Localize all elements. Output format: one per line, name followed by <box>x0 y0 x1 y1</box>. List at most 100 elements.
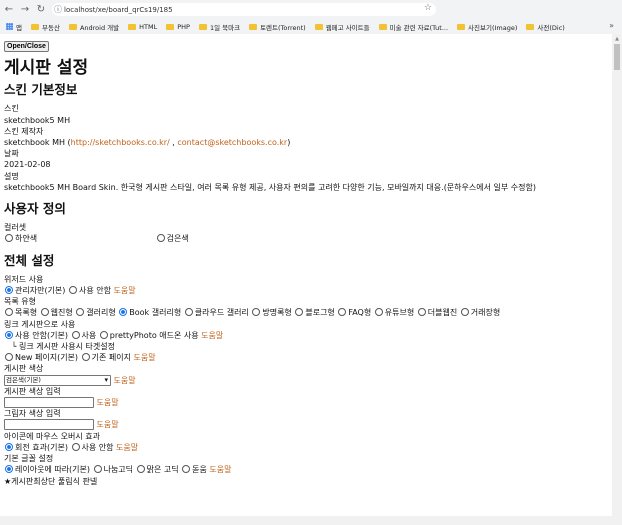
folder-icon <box>68 23 77 30</box>
maker-site-link[interactable]: http://sketchbooks.co.kr/ <box>71 138 170 147</box>
board-color-select[interactable]: 검은색(기본) <box>4 374 111 386</box>
bookmarks-bar: 앱 부동산 Android 개발 HTML PHP 1일 북마크 토렌트(Tor… <box>0 19 622 34</box>
more-bookmarks-icon[interactable]: » <box>609 21 614 30</box>
list-type-radio[interactable] <box>460 308 469 317</box>
bookmark-folder[interactable]: PHP <box>166 23 190 31</box>
reload-icon[interactable]: ↻ <box>34 3 48 17</box>
address-bar[interactable]: ⓘ localhost/xe/board_qrCs19/185 <box>52 3 436 16</box>
list-type-radio[interactable] <box>374 308 383 317</box>
bookmark-folder[interactable]: Android 개발 <box>68 22 119 32</box>
all-settings-heading: 전체 설정 <box>4 252 55 268</box>
maker-value: sketchbook MH (http://sketchbooks.co.kr/… <box>4 138 291 148</box>
list-type-radio[interactable] <box>40 308 49 317</box>
board-color-input-row: 도움말 <box>4 397 612 409</box>
help-link[interactable]: 도움말 <box>113 286 135 295</box>
list-type-radio[interactable] <box>5 308 13 317</box>
bookmark-folder[interactable]: 사전(Dic) <box>526 22 565 32</box>
maker-label: 스킨 제작자 <box>4 126 44 136</box>
bookmark-apps[interactable]: 앱 <box>0 22 22 32</box>
board-color-input[interactable] <box>4 397 94 409</box>
address-url: localhost/xe/board_qrCs19/185 <box>64 5 173 14</box>
font-radio[interactable] <box>182 465 191 474</box>
scroll-up-icon[interactable]: ▲ <box>612 34 622 44</box>
bookmark-folder[interactable]: 1일 북마크 <box>198 22 240 32</box>
help-link[interactable]: 도움말 <box>133 353 155 362</box>
colorset-label: 컬러셋 <box>4 223 27 233</box>
date-value: 2021-02-08 <box>4 160 51 170</box>
forward-arrow-icon[interactable]: → <box>18 3 32 17</box>
hover-effect-label: 아이콘에 마우스 오버시 효과 <box>4 431 100 441</box>
wizard-off-radio[interactable] <box>68 286 77 295</box>
help-link[interactable]: 도움말 <box>209 465 231 474</box>
list-type-radio[interactable] <box>295 308 304 317</box>
bookmark-folder[interactable]: 미술 관련 자료(Tut... <box>378 22 448 32</box>
scroll-thumb[interactable] <box>614 44 620 70</box>
link-pretty-radio[interactable] <box>99 330 108 339</box>
bookmark-folder[interactable]: 부동산 <box>30 22 60 32</box>
font-radio[interactable] <box>136 465 145 474</box>
hover-rotate-radio[interactable] <box>5 442 13 451</box>
help-link[interactable]: 도움말 <box>201 331 223 340</box>
list-type-radio[interactable] <box>338 308 347 317</box>
skin-label: 스킨 <box>4 104 19 114</box>
shadow-color-row: 도움말 <box>4 419 612 431</box>
help-link[interactable]: 도움말 <box>97 420 119 429</box>
target-new-radio[interactable] <box>5 353 13 362</box>
colorset-options: 하얀색 검은색 <box>4 233 612 244</box>
hover-effect-options: 회전 효과(기본) 사용 안함 도움말 <box>4 442 612 453</box>
bookmark-folder[interactable]: 사진보기(Image) <box>457 22 517 32</box>
bookmark-folder[interactable]: HTML <box>128 23 157 31</box>
bookmark-folder[interactable]: 토렌트(Torrent) <box>249 22 306 32</box>
board-color-input-label: 게시판 색상 입력 <box>4 386 61 396</box>
font-radio[interactable] <box>93 465 102 474</box>
help-link[interactable]: 도움말 <box>97 398 119 407</box>
maker-email-link[interactable]: contact@sketchbooks.co.kr <box>177 138 287 147</box>
colorset-black-radio[interactable] <box>156 234 165 243</box>
open-close-button[interactable]: Open/Close <box>4 41 49 52</box>
folder-icon <box>30 23 39 30</box>
list-type-radio[interactable] <box>252 308 261 317</box>
panel-label: ★게시판최상단 풀림식 판넬 <box>4 476 98 486</box>
wizard-admin-radio[interactable] <box>5 286 13 295</box>
target-same-radio[interactable] <box>81 353 90 362</box>
link-board-options: 사용 안함(기본) 사용 prettyPhoto 애드온 사용 도움말 <box>4 330 612 341</box>
shadow-color-label: 그림자 색상 입력 <box>4 409 61 419</box>
folder-icon <box>378 23 387 30</box>
bookmark-folder[interactable]: 웹페고 사이트들 <box>314 22 370 32</box>
page-content: Open/Close 게시판 설정 스킨 기본정보 스킨 sketchbook5… <box>0 34 612 525</box>
list-type-label: 목록 유형 <box>4 297 36 307</box>
link-on-radio[interactable] <box>71 330 80 339</box>
font-label: 기본 글꼴 설정 <box>4 454 54 464</box>
back-arrow-icon[interactable]: ← <box>2 3 16 17</box>
folder-icon <box>314 23 323 30</box>
folder-icon <box>249 23 258 30</box>
board-color-row: 검은색(기본) 도움말 <box>4 374 612 386</box>
info-icon[interactable]: ⓘ <box>52 4 64 15</box>
wizard-label: 위저드 사용 <box>4 274 44 284</box>
page-title: 게시판 설정 <box>4 58 89 78</box>
date-label: 날짜 <box>4 149 19 159</box>
list-type-radio[interactable] <box>184 308 193 317</box>
desc-value: sketchbook5 MH Board Skin. 한국형 게시판 스타일, … <box>4 182 536 192</box>
apps-icon <box>6 23 13 30</box>
vertical-scrollbar[interactable]: ▲ <box>612 34 622 525</box>
list-type-radio[interactable] <box>119 308 128 317</box>
link-target-label: └ 링크 게시판 사용시 타겟설정 <box>11 342 115 352</box>
list-type-options: 목록형 웹진형 갤러리형 Book 갤러리형 클라우드 갤러리 방명록형 블로그… <box>4 307 612 318</box>
help-link[interactable]: 도움말 <box>116 443 138 452</box>
horizontal-scrollbar[interactable] <box>0 516 612 525</box>
list-type-radio[interactable] <box>417 308 426 317</box>
hover-off-radio[interactable] <box>71 442 80 451</box>
list-type-radio[interactable] <box>76 308 85 317</box>
link-off-radio[interactable] <box>5 330 13 339</box>
link-board-label: 링크 게시판으로 사용 <box>4 319 76 329</box>
bookmark-star-icon[interactable]: ☆ <box>424 3 432 13</box>
folder-icon <box>457 23 466 30</box>
font-radio[interactable] <box>5 465 13 474</box>
help-link[interactable]: 도움말 <box>114 376 136 385</box>
folder-icon <box>198 23 207 30</box>
folder-icon <box>166 23 175 30</box>
shadow-color-input[interactable] <box>4 419 94 431</box>
skin-info-heading: 스킨 기본정보 <box>4 82 78 98</box>
colorset-white-radio[interactable] <box>5 234 13 243</box>
